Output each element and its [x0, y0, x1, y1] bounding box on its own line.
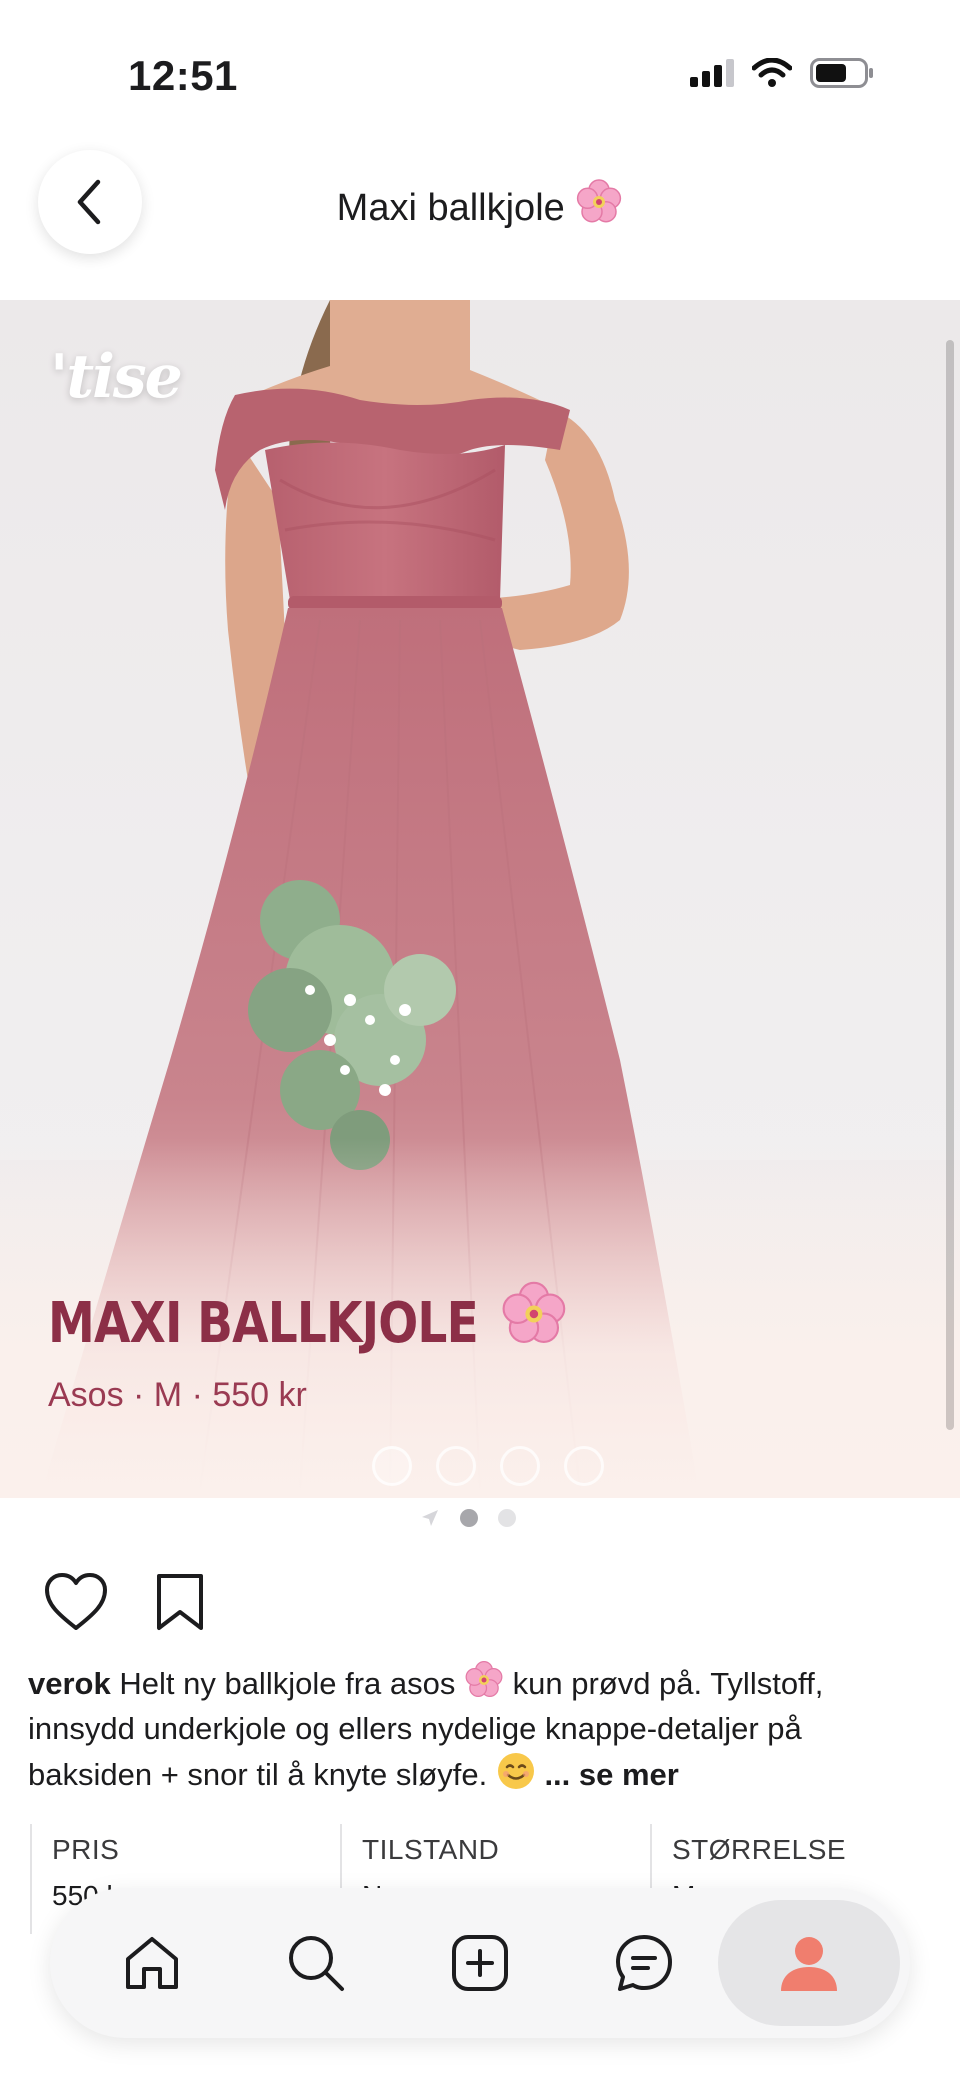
location-arrow-icon — [422, 1510, 438, 1526]
heart-icon[interactable] — [44, 1572, 108, 1632]
nav-header: Maxi ballkjole — [0, 140, 960, 300]
info-label: PRIS — [52, 1834, 120, 1865]
hero-subtitle: Asos · M · 550 kr — [48, 1376, 307, 1414]
carousel-dot[interactable] — [500, 1446, 540, 1486]
caption-text-1: Helt ny ballkjole fra asos — [119, 1666, 456, 1701]
hero-title-text: MAXI BALLKJOLE — [48, 1291, 479, 1356]
page-indicator — [420, 1508, 516, 1528]
caption-username[interactable]: verok — [28, 1666, 111, 1701]
status-bar: 12:51 — [0, 0, 960, 150]
carousel-dots[interactable] — [372, 1446, 604, 1486]
cherry-blossom-icon — [502, 1281, 566, 1343]
carousel-dot[interactable] — [436, 1446, 476, 1486]
cellular-signal-icon — [690, 59, 734, 87]
status-icons — [690, 58, 874, 88]
battery-icon — [810, 58, 873, 88]
add-listing-icon — [452, 1935, 508, 1991]
bottom-nav — [50, 1888, 910, 2038]
carousel-dot[interactable] — [564, 1446, 604, 1486]
info-label: STØRRELSE — [672, 1834, 847, 1865]
nav-profile[interactable] — [718, 1900, 900, 2026]
page-title-text: Maxi ballkjole — [336, 187, 565, 229]
hero-title: MAXI BALLKJOLE — [48, 1280, 566, 1356]
smiling-face-icon — [497, 1753, 534, 1789]
post-caption: verok Helt ny ballkjole fra asos kun prø… — [28, 1660, 928, 1797]
scrollbar[interactable] — [946, 340, 954, 1430]
status-time: 12:51 — [128, 52, 238, 99]
wifi-icon — [752, 58, 792, 87]
product-image-carousel[interactable]: 'tise MAXI BALLKJOLE Asos · M · 550 kr — [0, 300, 960, 1498]
carousel-dot[interactable] — [372, 1446, 412, 1486]
nav-search[interactable] — [276, 1923, 356, 2003]
info-label: TILSTAND — [362, 1834, 500, 1865]
nav-home[interactable] — [112, 1923, 192, 2003]
tise-logo: 'tise — [50, 342, 183, 412]
nav-messages[interactable] — [604, 1923, 684, 2003]
cherry-blossom-icon — [465, 1661, 503, 1698]
home-icon — [126, 1937, 178, 1989]
page-title: Maxi ballkjole — [0, 178, 960, 230]
page-dot — [498, 1509, 516, 1527]
page-dot — [460, 1509, 478, 1527]
post-actions — [44, 1572, 206, 1632]
see-more-link[interactable]: ... se mer — [544, 1757, 678, 1792]
cherry-blossom-icon — [577, 179, 622, 223]
nav-add-listing[interactable] — [440, 1923, 520, 2003]
profile-icon — [781, 1937, 837, 1991]
bookmark-icon[interactable] — [154, 1572, 206, 1632]
search-icon — [289, 1936, 344, 1991]
messages-icon — [616, 1935, 672, 1991]
